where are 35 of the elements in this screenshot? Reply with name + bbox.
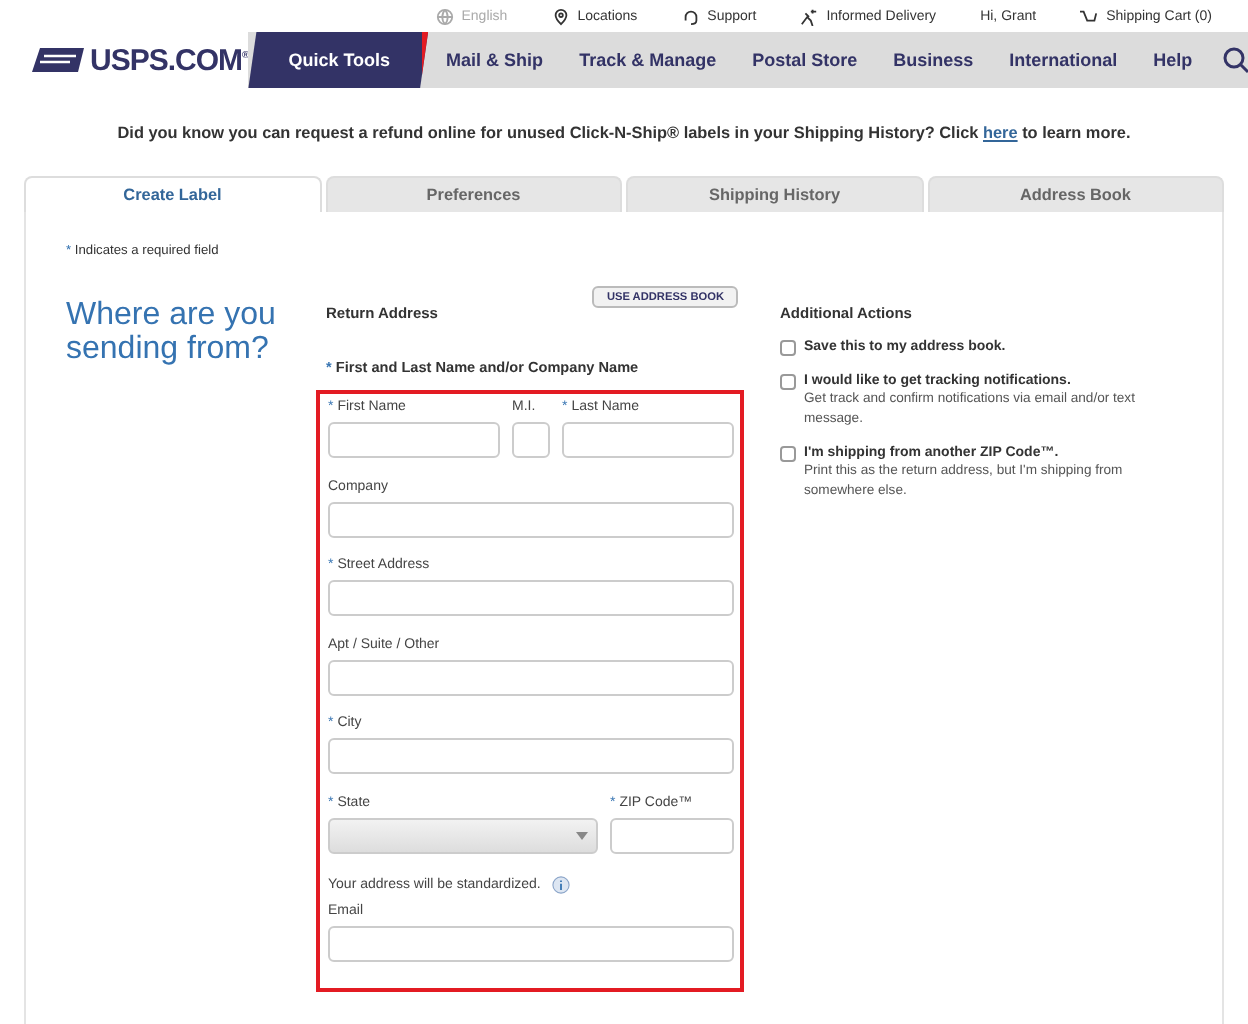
input-field[interactable] [328, 580, 734, 616]
caret-icon [576, 831, 588, 839]
checkbox[interactable] [780, 446, 796, 462]
headset-icon [681, 7, 700, 25]
nav-item[interactable]: Postal Store [734, 32, 876, 88]
input-field[interactable] [328, 501, 734, 537]
nav-item[interactable]: Track & Manage [561, 32, 735, 88]
refund-banner-text: Did you know you can request a refund online for unused Click-N-Ship® labels in your Shipping History? Click here to learn more. [117, 123, 1131, 141]
globe-icon [435, 7, 454, 25]
nav-item[interactable]: Business [875, 32, 992, 88]
nav-item[interactable]: International [991, 32, 1136, 88]
state-dropdown[interactable] [328, 817, 598, 853]
input-field[interactable] [328, 659, 734, 695]
input-field[interactable] [512, 422, 550, 458]
cart-icon [1080, 7, 1099, 25]
section-heading: Where are you sending from? [66, 298, 278, 370]
search-icon[interactable] [1222, 46, 1248, 74]
tab[interactable]: Preferences [325, 176, 622, 212]
tab[interactable]: Create Label [24, 176, 321, 212]
map-pin-icon [551, 7, 570, 25]
nav-item[interactable]: Mail & Ship [428, 32, 562, 88]
tab[interactable]: Shipping History [626, 176, 923, 212]
checkbox[interactable] [780, 374, 796, 390]
input-field[interactable] [610, 817, 734, 853]
tab[interactable]: Address Book [927, 176, 1224, 212]
input-field[interactable] [328, 738, 734, 774]
nav-item[interactable]: Help [1135, 32, 1211, 88]
input-field[interactable] [328, 926, 734, 962]
nav-item[interactable]: Quick Tools [248, 32, 429, 88]
input-field[interactable] [328, 422, 500, 458]
info-icon[interactable] [552, 876, 571, 894]
eagle-logo-icon [32, 48, 84, 72]
checkbox[interactable] [780, 340, 796, 356]
input-field[interactable] [562, 422, 734, 458]
learn-more-link[interactable]: here [983, 123, 1018, 141]
